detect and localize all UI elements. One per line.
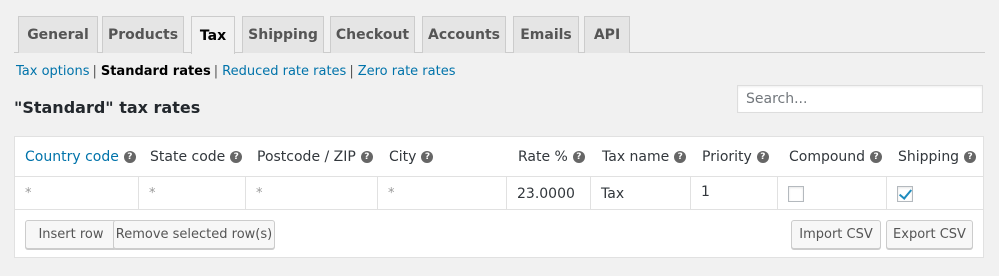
rate-input[interactable]: 23.0000 [507,177,591,210]
column-header-postcode: Postcode / ZIP? [257,137,373,176]
shipping-cell [887,177,983,210]
help-icon[interactable]: ? [674,150,687,163]
tab-checkout[interactable]: Checkout [330,16,415,53]
help-icon[interactable]: ? [230,150,243,163]
subnav-tax-options[interactable]: Tax options [16,64,89,79]
subnav-separator: | [349,64,354,79]
tab-accounts[interactable]: Accounts [422,16,506,53]
column-header-rate: Rate %? [518,137,585,176]
subnav-separator: | [213,64,219,79]
subnav-reduced-rates[interactable]: Reduced rate rates [222,64,346,79]
column-label: Priority [702,148,752,165]
column-label: Compound [789,148,866,165]
postcode-input[interactable]: * [246,177,378,210]
help-icon[interactable]: ? [421,150,434,163]
city-input[interactable]: * [378,177,507,210]
help-icon[interactable]: ? [360,150,373,163]
column-label: Country code [25,148,119,165]
column-label: Tax name [602,148,670,165]
tab-products[interactable]: Products [102,16,184,53]
compound-cell [778,177,887,210]
table-footer: Insert row Remove selected row(s) Import… [15,209,983,257]
country-code-input[interactable]: * [15,177,139,210]
tab-shipping[interactable]: Shipping [242,16,324,53]
column-label: State code [150,148,226,165]
column-header-shipping: Shipping? [898,137,977,176]
import-csv-button[interactable]: Import CSV [791,220,881,249]
page-title: "Standard" tax rates [14,98,201,117]
tab-api[interactable]: API [584,16,630,53]
subnav-separator: | [92,64,97,79]
settings-tabs: General Products Tax Shipping Checkout A… [14,16,985,54]
column-header-city: City? [389,137,434,176]
help-icon[interactable]: ? [870,150,883,163]
tab-tax[interactable]: Tax [191,16,235,54]
column-label: Shipping [898,148,960,165]
column-header-state-code: State code? [150,137,243,176]
tax-name-input[interactable]: Tax [591,177,691,210]
column-header-priority: Priority? [702,137,769,176]
help-icon[interactable]: ? [964,150,977,163]
column-header-country-code[interactable]: Country code? [25,137,136,176]
tax-subnav: Tax options | Standard rates | Reduced rate … [16,64,456,79]
shipping-checkbox[interactable] [897,185,913,202]
search-input[interactable] [737,85,983,113]
tab-emails[interactable]: Emails [513,16,579,53]
column-header-tax-name: Tax name? [602,137,687,176]
help-icon[interactable]: ? [756,150,769,163]
subnav-zero-rates[interactable]: Zero rate rates [358,64,456,79]
insert-row-button[interactable]: Insert row [25,220,117,249]
remove-rows-button[interactable]: Remove selected row(s) [113,220,275,249]
column-label: Postcode / ZIP [257,148,356,165]
export-csv-button[interactable]: Export CSV [886,220,973,249]
tab-general[interactable]: General [18,16,98,53]
priority-input[interactable]: 1 [691,177,778,210]
column-header-compound: Compound? [789,137,883,176]
column-label: Rate % [518,148,568,165]
state-code-input[interactable]: * [139,177,246,210]
column-label: City [389,148,417,165]
help-icon[interactable]: ? [123,150,136,163]
table-row: * * * * 23.0000 Tax 1 [15,176,983,210]
help-icon[interactable]: ? [572,150,585,163]
subnav-standard-rates: Standard rates [100,64,211,79]
tax-rates-table: Country code? State code? Postcode / ZIP… [14,136,984,258]
compound-checkbox[interactable] [788,185,804,202]
